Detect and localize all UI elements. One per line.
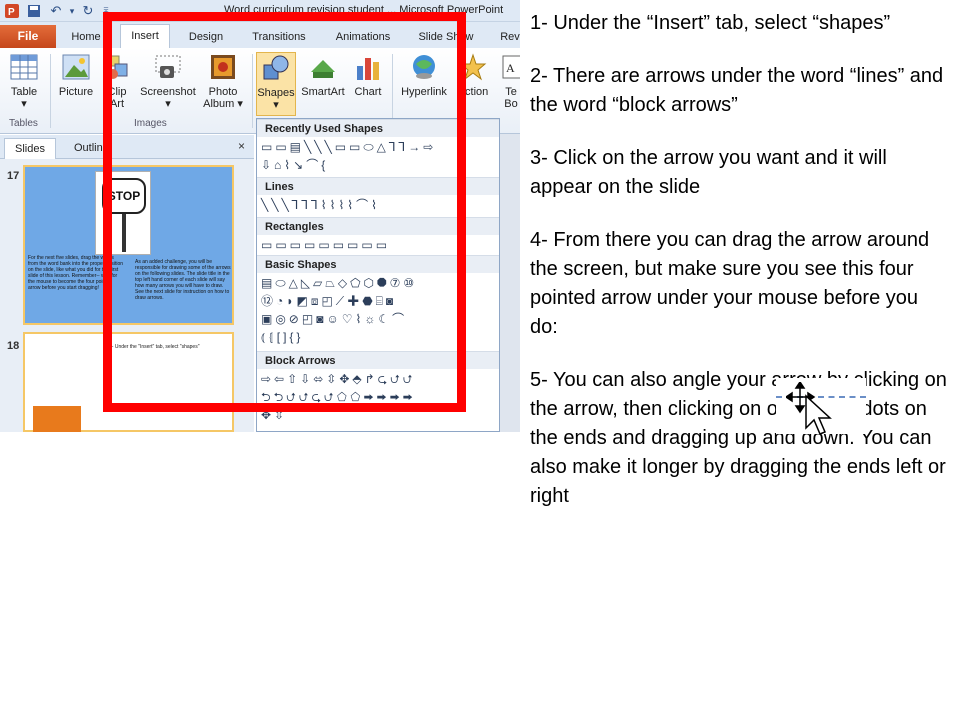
powerpoint-screenshot: P ↶ ▾ ↻ ⩱ Word curriculum revision stude… — [0, 0, 520, 432]
redo-icon[interactable]: ↻ — [80, 3, 96, 19]
picture-button[interactable]: Picture — [56, 52, 96, 98]
text-box-sub: Bo — [504, 98, 518, 110]
table-label: Table — [10, 86, 38, 98]
instructions-text: 1- Under the “Insert” tab, select “shape… — [530, 9, 950, 535]
instruction-step-2: 2- There are arrows under the word “line… — [530, 65, 944, 116]
slide-number: 18 — [7, 340, 20, 352]
text-box-button[interactable]: A Te Bo — [496, 52, 520, 110]
file-tab[interactable]: File — [0, 25, 56, 48]
instruction-step-1: 1- Under the “Insert” tab, select “shape… — [530, 12, 891, 34]
svg-text:P: P — [8, 7, 15, 18]
svg-text:A: A — [506, 61, 515, 75]
slide-18-image — [33, 406, 81, 432]
slide-number: 17 — [7, 170, 20, 182]
table-button[interactable]: Table ▾ — [4, 52, 44, 110]
powerpoint-logo-icon: P — [4, 3, 20, 19]
four-pointed-arrow-cursor-icon — [786, 382, 832, 435]
red-highlight-frame — [103, 12, 466, 412]
divider — [50, 54, 51, 128]
table-icon — [8, 52, 40, 82]
undo-icon[interactable]: ↶ — [48, 3, 64, 19]
text-box-label: Te — [505, 86, 517, 98]
undo-dropdown-icon[interactable]: ▾ — [64, 3, 80, 19]
instruction-step-3: 3- Click on the arrow you want and it wi… — [530, 147, 887, 198]
tab-home[interactable]: Home — [66, 26, 106, 48]
move-cursor-illustration — [776, 378, 866, 435]
tab-slides[interactable]: Slides — [4, 138, 56, 159]
instruction-step-5: 5- You can also angle your arrow by clic… — [530, 369, 947, 507]
table-dropdown: ▾ — [21, 98, 27, 110]
slide-editing-area — [500, 134, 520, 432]
instruction-step-4: 4- From there you can drag the arrow aro… — [530, 229, 930, 338]
picture-icon — [60, 52, 92, 82]
group-label-tables: Tables — [9, 118, 38, 129]
tab-review[interactable]: Rev — [498, 26, 520, 48]
text-box-icon: A — [500, 52, 520, 82]
picture-label: Picture — [58, 86, 94, 98]
save-icon[interactable] — [26, 3, 42, 19]
